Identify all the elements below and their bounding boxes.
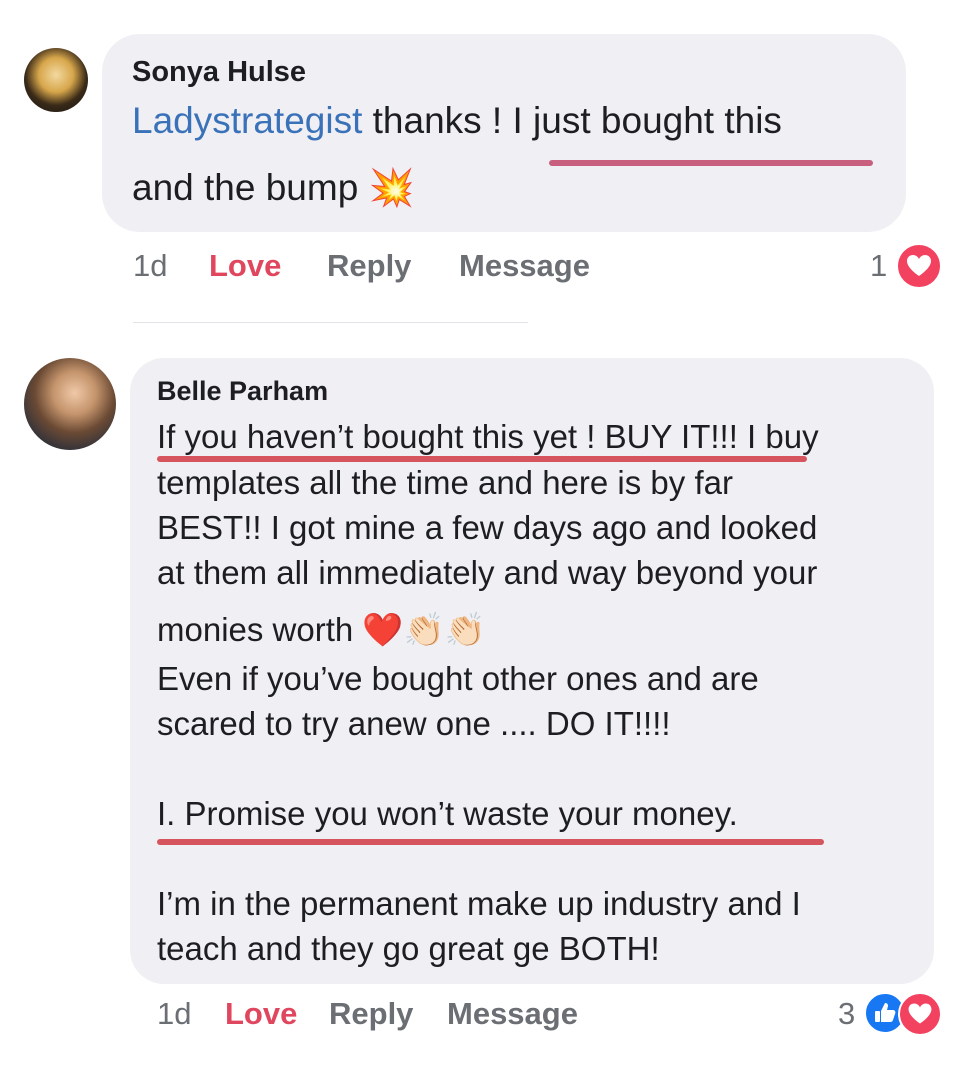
comment-text-line: Even if you’ve bought other ones and are (157, 660, 759, 697)
comment-text-line: at them all immediately and way beyond y… (157, 554, 818, 591)
reaction-count: 3 (838, 996, 856, 1031)
love-button[interactable]: Love (225, 996, 297, 1032)
message-button[interactable]: Message (459, 248, 590, 284)
highlight-underline (549, 160, 873, 166)
mention-link[interactable]: Ladystrategist (132, 100, 362, 141)
comment-text-line: scared to try anew one .... DO IT!!!! (157, 705, 671, 742)
comment-text-line: monies worth ❤️👏🏻👏🏻 (157, 610, 486, 650)
reaction-summary[interactable]: 1 (870, 248, 887, 284)
comment-text-line: If you haven’t bought this yet ! BUY IT!… (157, 418, 819, 455)
comment-text-line: Ladystrategist thanks ! I just bought th… (132, 100, 782, 142)
comment-timestamp: 1d (157, 996, 192, 1031)
comment-text-line: I’m in the permanent make up industry an… (157, 885, 801, 922)
comment-author[interactable]: Sonya Hulse (132, 56, 306, 89)
love-button[interactable]: Love (209, 248, 281, 284)
comment-text-line: templates all the time and here is by fa… (157, 464, 733, 501)
divider (133, 322, 528, 323)
comment-timestamp: 1d (133, 248, 168, 283)
avatar[interactable] (24, 358, 116, 450)
heart-clap-emoji: ❤️👏🏻👏🏻 (362, 610, 486, 649)
heart-icon (898, 992, 942, 1036)
comment-text-line: and the bump 💥 (132, 166, 415, 210)
comment-text-line: BEST!! I got mine a few days ago and loo… (157, 509, 818, 546)
comment-bubble: Belle Parham If you haven’t bought this … (130, 358, 934, 984)
message-button[interactable]: Message (447, 996, 578, 1032)
comment-text: and the bump (132, 167, 359, 208)
reply-button[interactable]: Reply (329, 996, 413, 1032)
comment-text-line: I. Promise you won’t waste your money. (157, 795, 738, 832)
avatar[interactable] (24, 48, 88, 112)
reply-button[interactable]: Reply (327, 248, 411, 284)
comment-bubble: Sonya Hulse Ladystrategist thanks ! I ju… (102, 34, 906, 232)
comment-text: monies worth (157, 611, 354, 648)
comment-text-line: teach and they go great ge BOTH! (157, 930, 660, 967)
reaction-summary[interactable]: 3 (838, 996, 855, 1032)
heart-icon (896, 243, 942, 289)
highlight-underline (157, 456, 807, 462)
comment-text: thanks ! I just bought this (372, 100, 782, 141)
highlight-underline (157, 839, 824, 845)
collision-emoji: 💥 (368, 166, 415, 209)
reaction-count: 1 (870, 248, 888, 283)
comment-author[interactable]: Belle Parham (157, 376, 328, 407)
